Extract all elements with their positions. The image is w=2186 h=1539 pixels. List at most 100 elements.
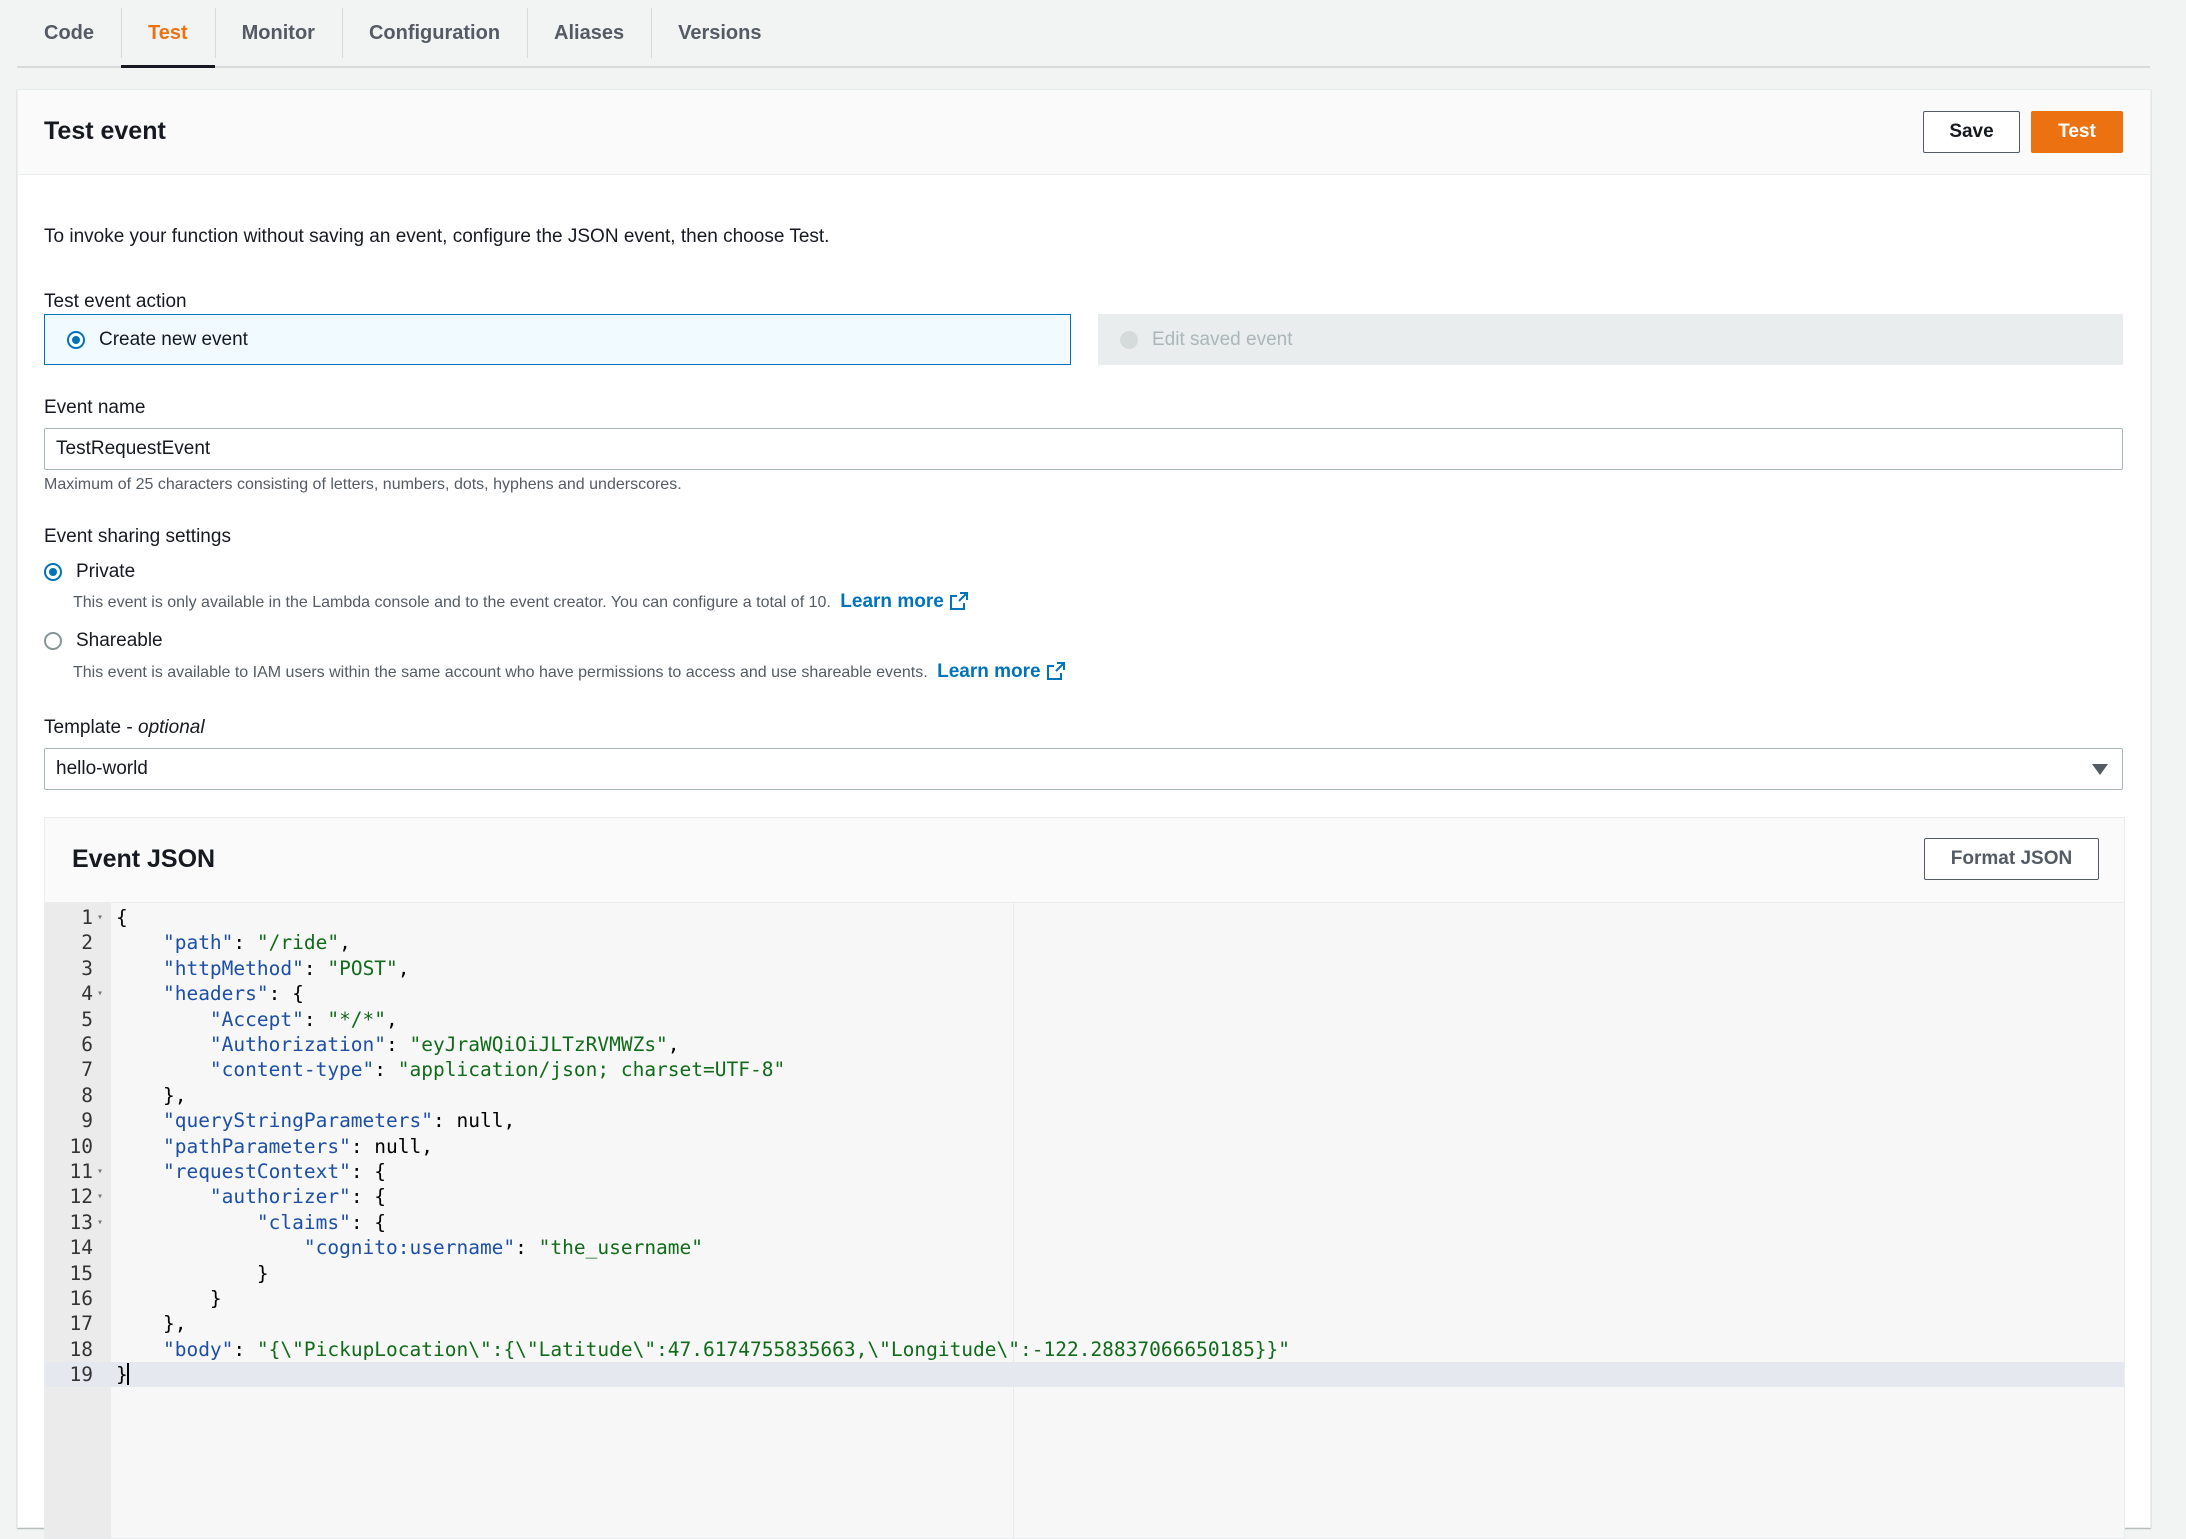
test-button[interactable]: Test [2031, 111, 2123, 153]
fold-arrow-icon[interactable]: ▾ [97, 1159, 103, 1184]
json-key: "pathParameters" [162, 1134, 351, 1158]
event-json-container: Event JSON Format JSON 1 ▾{2 "path": "/ri… [44, 817, 2125, 1539]
line-number: 16 [69, 1287, 93, 1310]
json-key: "queryStringParameters" [162, 1109, 433, 1133]
code-text: "content-type": "application/json; chars… [116, 1057, 785, 1082]
code-text: "httpMethod": "POST", [116, 956, 410, 981]
code-text: "headers": { [116, 981, 304, 1006]
line-number: 5 [81, 1007, 93, 1031]
json-punctuation: , [339, 931, 351, 955]
json-editor[interactable]: 1 ▾{2 "path": "/ride", 3 "httpMethod": "PO… [45, 902, 2124, 1538]
code-line: 1 ▾ { [45, 905, 2124, 930]
panel-header: Test event Save Test [18, 90, 2150, 175]
save-button[interactable]: Save [1923, 111, 2020, 153]
line-number: 8 [81, 1083, 93, 1107]
tab-test[interactable]: Test [121, 0, 215, 68]
fold-arrow-icon[interactable]: ▾ [97, 981, 103, 1006]
json-key: "path" [162, 931, 234, 955]
code-line: 12 ▾ "authorizer": { [45, 1184, 2124, 1209]
private-radio[interactable] [44, 563, 62, 581]
json-key: "headers" [162, 982, 269, 1006]
caret-down-icon [2092, 764, 2108, 775]
code-text: "body": "{\"PickupLocation\":{\"Latitude… [116, 1337, 1290, 1362]
line-number: 1 [81, 906, 93, 929]
intro-text: To invoke your function without saving a… [44, 226, 830, 247]
json-key: "content-type" [209, 1058, 375, 1082]
shareable-option[interactable]: Shareable [44, 630, 163, 652]
json-key: "body" [162, 1337, 234, 1361]
shareable-desc-text: This event is available to IAM users wit… [73, 664, 928, 681]
code-line: 5 "Accept": "*/*", [45, 1007, 2124, 1032]
code-text: "Authorization": "eyJraWQiOiJLTzRVMWZs", [116, 1032, 680, 1057]
line-number: 9 [81, 1109, 93, 1133]
event-name-input[interactable]: TestRequestEvent [44, 428, 2123, 470]
code-line: 8 }, [45, 1083, 2124, 1108]
fold-arrow-icon[interactable]: ▾ [97, 1184, 103, 1209]
code-line: 19} [45, 1362, 2124, 1388]
code-text: "pathParameters": null, [116, 1134, 433, 1159]
json-punctuation: } [209, 1287, 222, 1310]
tab-monitor[interactable]: Monitor [214, 0, 342, 66]
json-punctuation: }, [162, 1312, 187, 1336]
tab-versions[interactable]: Versions [651, 0, 788, 66]
shareable-label: Shareable [76, 630, 163, 651]
json-key: "claims" [256, 1210, 351, 1234]
event-name-label: Event name [44, 397, 146, 418]
code-line: 16 } [45, 1286, 2124, 1311]
code-text: "cognito:username": "the_username" [116, 1235, 703, 1260]
json-string: "the_username" [538, 1236, 704, 1260]
template-label: Template - optional [44, 717, 205, 738]
text-cursor [126, 1363, 129, 1386]
code-line: 14 "cognito:username": "the_username" [45, 1235, 2124, 1260]
json-punctuation: : { [350, 1160, 387, 1183]
json-key: "Accept" [209, 1007, 304, 1031]
private-option[interactable]: Private [44, 561, 135, 583]
private-label: Private [76, 561, 136, 582]
json-key: "cognito:username" [303, 1236, 516, 1260]
private-desc-text: This event is only available in the Lamb… [73, 594, 831, 611]
json-punctuation: : null, [433, 1109, 516, 1133]
sharing-settings-label: Event sharing settings [44, 526, 231, 547]
line-number: 3 [81, 956, 93, 980]
code-text: "path": "/ride", [116, 930, 351, 955]
json-string: "*/*" [327, 1007, 387, 1031]
template-optional-text: optional [138, 717, 205, 738]
fold-arrow-icon[interactable]: ▾ [97, 905, 103, 930]
tab-aliases[interactable]: Aliases [527, 0, 651, 66]
create-new-event-radio[interactable] [67, 330, 85, 349]
code-line: 7 "content-type": "application/json; cha… [45, 1057, 2124, 1082]
event-json-title: Event JSON [72, 845, 216, 873]
template-select[interactable]: hello-world [44, 748, 2123, 790]
json-punctuation: : [233, 931, 257, 955]
json-key: "Authorization" [209, 1033, 387, 1056]
json-string: "application/json; charset=UTF-8" [397, 1058, 786, 1082]
code-text: } [116, 1261, 269, 1286]
code-line: 15 } [45, 1261, 2124, 1286]
code-text: "queryStringParameters": null, [116, 1108, 515, 1133]
tab-configuration[interactable]: Configuration [341, 0, 527, 66]
shareable-learn-more-link[interactable]: Learn more [937, 661, 1065, 682]
private-learn-more-link[interactable]: Learn more [840, 591, 968, 612]
code-text: "Accept": "*/*", [116, 1007, 398, 1032]
code-text: } [116, 1286, 222, 1311]
line-number: 4 [81, 982, 93, 1006]
event-name-hint: Maximum of 25 characters consisting of l… [44, 476, 682, 493]
line-number: 17 [69, 1312, 93, 1336]
json-punctuation: , [667, 1033, 680, 1056]
tab-bar: Code Test Monitor Configuration Aliases … [17, 0, 2150, 68]
json-string: "POST" [327, 956, 398, 980]
code-line: 2 "path": "/ride", [45, 930, 2124, 955]
shareable-learn-more-text: Learn more [937, 661, 1041, 682]
json-punctuation: { [116, 906, 128, 929]
tab-code[interactable]: Code [17, 0, 121, 66]
code-line: 18 "body": "{\"PickupLocation\":{\"Latit… [45, 1337, 2124, 1362]
shareable-radio[interactable] [44, 632, 62, 650]
line-number: 15 [69, 1261, 93, 1285]
template-label-text: Template [44, 717, 122, 738]
format-json-button[interactable]: Format JSON [1924, 838, 2099, 880]
code-line: 17 }, [45, 1311, 2124, 1336]
fold-arrow-icon[interactable]: ▾ [97, 1210, 103, 1235]
create-new-event-tile[interactable]: Create new event [44, 314, 1071, 365]
line-number: 19 [69, 1363, 93, 1387]
json-punctuation: : { [268, 982, 304, 1006]
